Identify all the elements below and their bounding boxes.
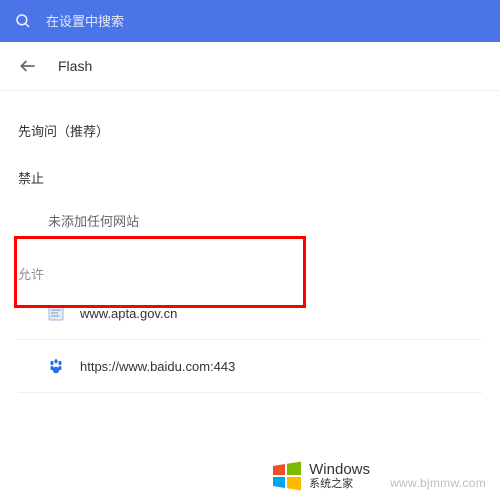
divider xyxy=(18,392,482,393)
windows-text-main: Windows xyxy=(309,462,370,479)
divider xyxy=(18,339,482,340)
site-url: www.apta.gov.cn xyxy=(80,306,177,321)
search-icon xyxy=(14,12,32,30)
windows-text-sub: 系统之家 xyxy=(309,478,370,490)
title-row: Flash xyxy=(0,42,500,91)
ask-first-label: 先询问（推荐） xyxy=(18,124,109,139)
site-url: https://www.baidu.com:443 xyxy=(80,359,235,374)
page-icon xyxy=(48,305,64,321)
allowed-section-label: 允许 xyxy=(18,242,482,291)
back-arrow-icon[interactable] xyxy=(18,56,38,76)
blocked-section-label: 禁止 xyxy=(18,146,482,195)
windows-text: Windows 系统之家 xyxy=(309,462,370,491)
windows-logo-icon xyxy=(271,460,303,492)
watermark-url: www.bjmmw.com xyxy=(390,476,486,490)
settings-search-input[interactable] xyxy=(46,14,486,29)
ask-first-setting[interactable]: 先询问（推荐） xyxy=(18,99,482,146)
windows-logo-area: Windows 系统之家 xyxy=(271,460,370,492)
page-title: Flash xyxy=(58,58,92,74)
blocked-empty-text: 未添加任何网站 xyxy=(18,195,482,242)
allowed-site-row[interactable]: www.apta.gov.cn xyxy=(18,291,482,335)
header-search-bar xyxy=(0,0,500,42)
baidu-icon xyxy=(48,358,64,374)
allowed-site-row[interactable]: https://www.baidu.com:443 xyxy=(18,344,482,388)
content-area: 先询问（推荐） 禁止 未添加任何网站 允许 www.apta.gov.cn ht… xyxy=(0,91,500,393)
